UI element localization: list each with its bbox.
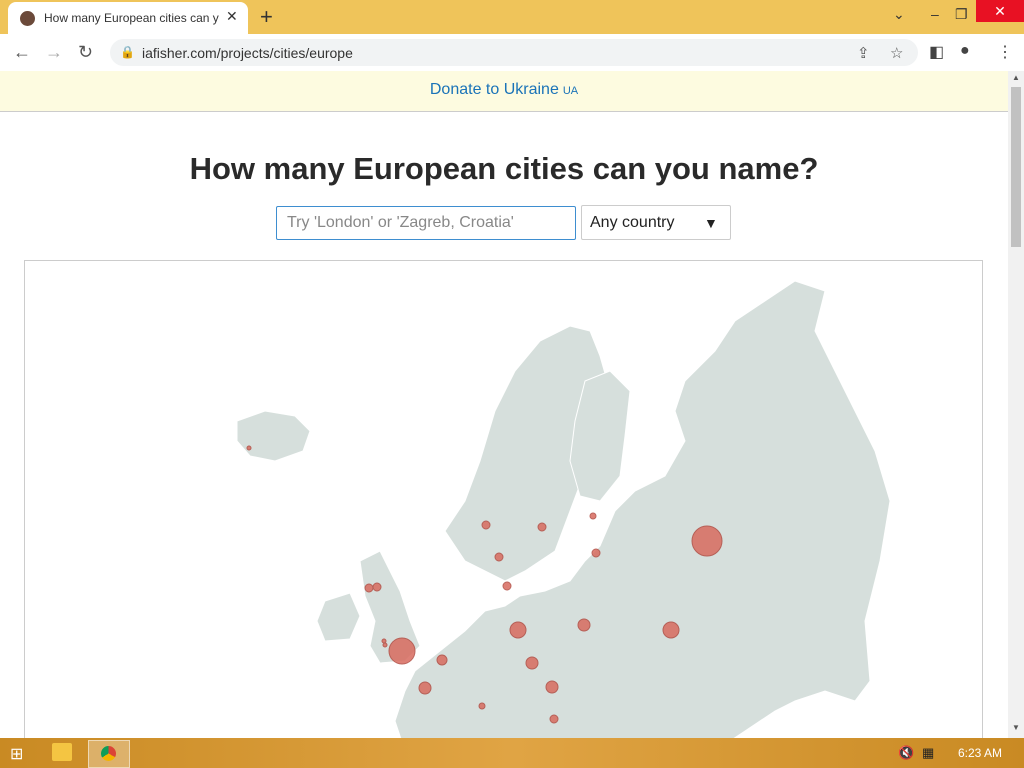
bookmark-star-icon[interactable]: ☆: [890, 44, 903, 62]
chrome-icon: [101, 746, 116, 761]
city-marker[interactable]: [549, 714, 559, 724]
city-marker[interactable]: [591, 548, 601, 558]
city-marker[interactable]: [494, 552, 504, 562]
file-explorer-icon[interactable]: [52, 743, 72, 761]
country-select-value: Any country: [590, 214, 675, 231]
city-marker[interactable]: [481, 520, 491, 530]
windows-taskbar: ⊞ 🔇 ▦ 6:23 AM: [0, 738, 1024, 768]
page-scrollbar[interactable]: ▲ ▼: [1008, 71, 1024, 738]
reload-icon[interactable]: ↻: [78, 42, 93, 63]
city-marker[interactable]: [589, 512, 597, 520]
iceland-shape: [236, 410, 311, 462]
city-marker[interactable]: [545, 680, 559, 694]
city-marker[interactable]: [577, 618, 591, 632]
site-favicon-icon: [20, 11, 35, 26]
city-marker[interactable]: [537, 522, 547, 532]
side-panel-icon[interactable]: ◧: [929, 42, 944, 62]
browser-titlebar: How many European cities can you name? ✕…: [0, 0, 1024, 34]
ireland-shape: [316, 592, 361, 642]
forward-icon[interactable]: →: [45, 42, 63, 63]
donate-link[interactable]: Donate to Ukraine UA: [430, 81, 578, 99]
map-land: [236, 280, 891, 738]
network-icon[interactable]: ▦: [922, 745, 934, 761]
tab-search-icon[interactable]: ⌄: [893, 6, 905, 23]
browser-toolbar: ← → ↻ 🔒 iafisher.com/projects/cities/eur…: [0, 34, 1024, 72]
city-marker[interactable]: [436, 654, 448, 666]
city-marker[interactable]: [381, 638, 387, 644]
donate-banner: Donate to Ukraine UA: [0, 71, 1008, 112]
page-content: Donate to Ukraine UA How many European ci…: [0, 71, 1008, 738]
city-marker[interactable]: [364, 583, 374, 593]
close-tab-icon[interactable]: ✕: [226, 8, 238, 25]
donate-link-text[interactable]: Donate to Ukraine: [430, 81, 559, 98]
windows-start-icon[interactable]: ⊞: [10, 744, 23, 764]
city-marker[interactable]: [691, 525, 723, 557]
restore-button[interactable]: ❐: [955, 6, 968, 23]
taskbar-clock[interactable]: 6:23 AM: [958, 746, 1002, 760]
lock-icon[interactable]: 🔒: [120, 45, 135, 59]
chrome-taskbar-button[interactable]: [88, 740, 130, 768]
scrollbar-thumb[interactable]: [1011, 87, 1021, 247]
city-input[interactable]: [276, 206, 576, 240]
city-marker[interactable]: [372, 582, 382, 592]
city-marker[interactable]: [502, 581, 512, 591]
city-marker[interactable]: [478, 702, 486, 710]
url-text[interactable]: iafisher.com/projects/cities/europe: [142, 45, 353, 61]
europe-map[interactable]: [24, 260, 983, 738]
city-marker[interactable]: [418, 681, 432, 695]
country-select[interactable]: Any country ▼: [581, 205, 731, 240]
minimize-button[interactable]: –: [931, 6, 939, 22]
window-close-button[interactable]: ✕: [976, 0, 1024, 22]
profile-avatar-icon[interactable]: ●: [960, 42, 970, 60]
ukraine-code: UA: [562, 85, 579, 97]
browser-tab[interactable]: How many European cities can you name? ✕: [8, 2, 248, 34]
address-bar[interactable]: 🔒 iafisher.com/projects/cities/europe ⇪ …: [110, 39, 918, 66]
city-marker[interactable]: [525, 656, 539, 670]
city-marker[interactable]: [246, 445, 252, 451]
share-icon[interactable]: ⇪: [857, 44, 870, 62]
scroll-down-icon[interactable]: ▼: [1012, 723, 1020, 732]
city-marker[interactable]: [662, 621, 680, 639]
page-title: How many European cities can you name?: [189, 151, 819, 186]
new-tab-button[interactable]: +: [260, 4, 273, 30]
scroll-up-icon[interactable]: ▲: [1012, 73, 1020, 82]
city-marker[interactable]: [509, 621, 527, 639]
city-marker[interactable]: [382, 642, 388, 648]
volume-muted-icon[interactable]: 🔇: [898, 745, 914, 761]
city-marker[interactable]: [388, 637, 416, 665]
menu-icon[interactable]: ⋮: [997, 42, 1013, 62]
back-icon[interactable]: ←: [13, 42, 31, 63]
tab-title: How many European cities can you name?: [44, 11, 219, 25]
map-svg: [236, 280, 891, 738]
dropdown-arrow-icon: ▼: [704, 215, 718, 231]
